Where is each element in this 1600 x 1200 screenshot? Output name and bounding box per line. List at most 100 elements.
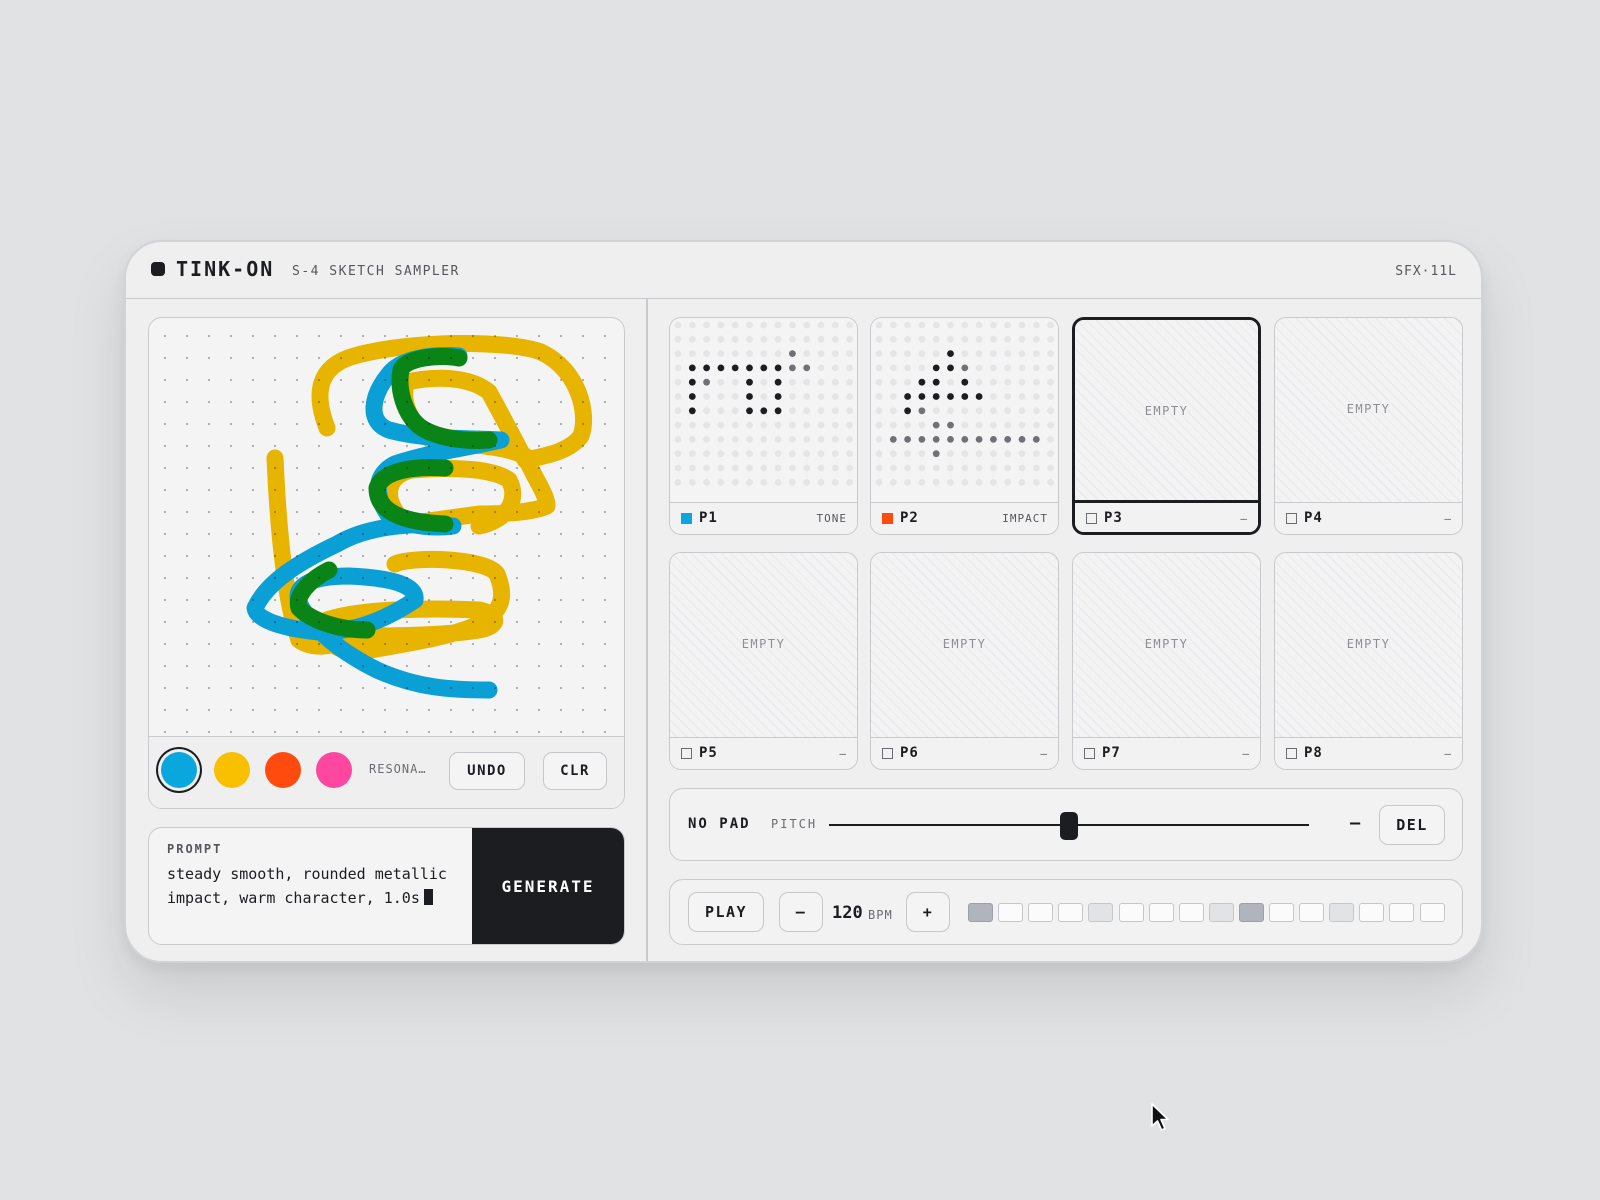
pad-p5[interactable]: EMPTY P5 –: [669, 552, 858, 770]
brand-name: TINK-ON: [176, 257, 275, 281]
pad-p2-dot: [975, 450, 983, 458]
pad-p2-dot: [1018, 378, 1026, 386]
pitch-slider-thumb[interactable]: [1060, 812, 1078, 840]
pad-p1-dot: [817, 350, 825, 357]
pad-p2-dot: [1004, 464, 1012, 472]
bpm-decrease-button[interactable]: –: [779, 892, 823, 932]
pad-p1-dot: [817, 378, 825, 386]
pad-p4-footer: P4 –: [1275, 502, 1462, 534]
pad-p1-dot: [703, 421, 710, 429]
color-swatch-blue[interactable]: [161, 752, 197, 788]
color-swatch-orange[interactable]: [265, 752, 301, 788]
pad-p1-dot: [817, 478, 825, 486]
bpm-increase-button[interactable]: +: [906, 892, 950, 932]
pad-p2-dot: [990, 378, 997, 386]
color-swatch-yellow[interactable]: [214, 752, 250, 788]
sequencer-step-6[interactable]: [1118, 903, 1144, 922]
pad-p1-dot: [760, 436, 768, 443]
mouse-pointer-icon: [1151, 1103, 1169, 1131]
play-button[interactable]: PLAY: [688, 892, 764, 932]
pad-p2-dot: [1032, 364, 1040, 372]
sequencer-step-5[interactable]: [1088, 903, 1114, 922]
pad-p1-dot: [674, 321, 682, 329]
sequencer-step-9[interactable]: [1208, 903, 1234, 922]
pad-p2-dot: [1004, 436, 1012, 443]
pad-p1-dot: [717, 350, 725, 357]
pad-p8-empty-label: EMPTY: [1346, 637, 1391, 651]
pad-p2-dot: [904, 393, 911, 400]
pad-p1[interactable]: P1 TONE: [669, 317, 858, 535]
pad-p2-dot: [1018, 436, 1026, 443]
prompt-input[interactable]: steady smooth, rounded metallic impact, …: [167, 863, 457, 910]
pad-p2-dot: [904, 436, 911, 443]
sequencer-step-1[interactable]: [968, 903, 993, 922]
pad-p1-dot: [831, 436, 839, 443]
pad-p2-dot: [932, 478, 940, 486]
pad-p2-dot: [1032, 321, 1040, 329]
sequencer-step-16[interactable]: [1419, 903, 1445, 922]
generate-button[interactable]: GENERATE: [472, 828, 624, 944]
pad-p1-dot: [760, 478, 768, 486]
pad-p1-dot: [846, 450, 853, 458]
sequencer-step-11[interactable]: [1269, 903, 1294, 922]
preset-label[interactable]: RESONA…: [369, 762, 433, 776]
delete-button[interactable]: DEL: [1379, 805, 1445, 845]
pad-p2-dot: [975, 335, 983, 343]
pad-p7-color-indicator: [1084, 748, 1095, 759]
pad-p1-dot: [774, 407, 782, 415]
pad-p1-dot: [703, 436, 710, 443]
pad-p2-dot: [1047, 378, 1054, 386]
sketch-canvas[interactable]: [149, 318, 623, 736]
undo-button[interactable]: UNDO: [449, 752, 525, 790]
pad-p2-dot: [1047, 393, 1054, 400]
pad-p2-dot: [1047, 335, 1054, 343]
pad-p1-name: P1: [699, 510, 718, 526]
pad-p1-dot: [746, 393, 753, 400]
pad-p2-dot: [990, 421, 997, 429]
pad-p6-tag: –: [1040, 747, 1048, 760]
pitch-label: PITCH: [771, 817, 818, 831]
pad-p1-dot: [688, 393, 696, 400]
pad-p2-color-indicator: [882, 513, 893, 524]
pad-p2[interactable]: P2 IMPACT: [870, 317, 1059, 535]
sequencer-step-2[interactable]: [998, 903, 1024, 922]
pad-p1-dot: [688, 421, 696, 429]
pad-p1-footer: P1 TONE: [670, 502, 857, 534]
selected-pad-label: NO PAD: [688, 816, 751, 832]
pad-p2-dot: [975, 407, 983, 415]
pad-p1-dot: [846, 478, 853, 486]
pad-p1-dot: [717, 393, 725, 400]
pad-p2-dot: [961, 350, 969, 357]
sequencer-step-4[interactable]: [1058, 903, 1084, 922]
pad-p1-dot: [688, 364, 696, 372]
pad-p4[interactable]: EMPTY P4 –: [1274, 317, 1463, 535]
pad-p3[interactable]: EMPTY P3 –: [1072, 317, 1261, 535]
sequencer-step-15[interactable]: [1389, 903, 1415, 922]
pad-p4-empty-label: EMPTY: [1346, 402, 1391, 416]
pad-p1-dot: [760, 421, 768, 429]
pad-p1-dot: [746, 350, 753, 357]
sequencer-step-3[interactable]: [1028, 903, 1054, 922]
sequencer-step-14[interactable]: [1359, 903, 1385, 922]
pad-p4-area: EMPTY: [1275, 318, 1462, 504]
pad-p2-dot: [875, 393, 883, 400]
pad-p1-dot: [674, 421, 682, 429]
pad-p1-dot: [746, 378, 753, 386]
pad-p8[interactable]: EMPTY P8 –: [1274, 552, 1463, 770]
color-swatch-pink[interactable]: [316, 752, 352, 788]
pad-p6[interactable]: EMPTY P6 –: [870, 552, 1059, 770]
pad-p1-dot: [831, 335, 839, 343]
sequencer-step-13[interactable]: [1329, 903, 1355, 922]
pad-p2-dot: [947, 321, 954, 329]
sequencer-step-7[interactable]: [1148, 903, 1174, 922]
pad-p2-dot: [1032, 421, 1040, 429]
pad-p1-dot: [846, 436, 853, 443]
sequencer-step-12[interactable]: [1299, 903, 1325, 922]
pad-p1-dot: [746, 478, 753, 486]
pad-p1-dot: [789, 436, 796, 443]
sequencer-step-8[interactable]: [1178, 903, 1204, 922]
pad-p7[interactable]: EMPTY P7 –: [1072, 552, 1261, 770]
drawing-toolbar: RESONA… UNDO CLR: [149, 736, 624, 808]
sequencer-step-10[interactable]: [1238, 903, 1264, 922]
clear-button[interactable]: CLR: [543, 752, 607, 790]
